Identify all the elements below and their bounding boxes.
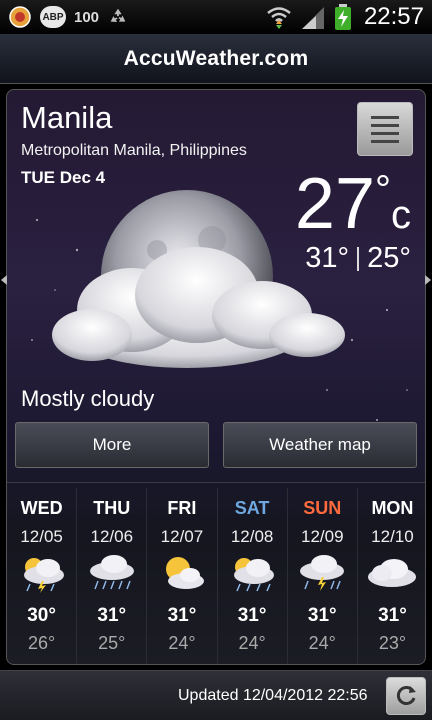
browser-icon <box>8 5 32 29</box>
more-button[interactable]: More <box>15 422 209 468</box>
forecast-day[interactable]: MON 12/10 31° 23° <box>358 488 425 664</box>
clock-time: 22:57 <box>363 3 424 30</box>
forecast-high: 30° <box>27 605 56 626</box>
forecast-date: 12/06 <box>90 527 134 546</box>
current-weather-panel[interactable]: Manila Metropolitan Manila, Philippines … <box>6 89 426 665</box>
forecast-date: 12/07 <box>160 527 204 546</box>
forecast-low: 25° <box>98 633 126 653</box>
status-bar: ABP 100 22:57 <box>0 0 432 34</box>
forecast-day[interactable]: SAT 12/08 31° 24° <box>218 488 288 664</box>
refresh-icon <box>396 686 416 705</box>
city-name: Manila <box>21 100 113 135</box>
moon-cloud-icon <box>52 190 345 368</box>
last-updated-text: Updated 12/04/2012 22:56 <box>178 686 368 704</box>
sun-rain-icon <box>234 558 275 592</box>
refresh-button[interactable] <box>386 677 426 715</box>
panel-divider <box>7 482 425 483</box>
forecast-high: 31° <box>97 605 127 626</box>
thunderstorm-icon <box>23 558 64 593</box>
brand-logo: AccuWeather.com <box>123 46 309 70</box>
wifi-icon <box>266 5 292 29</box>
signal-icon <box>300 5 326 29</box>
forecast-day-name: SUN <box>303 498 342 518</box>
rain-cloud-icon <box>89 555 134 590</box>
battery-charging-icon <box>334 4 352 30</box>
forecast-low: 24° <box>238 633 266 653</box>
forecast-day-name: FRI <box>167 498 197 518</box>
forecast-date: 12/05 <box>20 527 63 546</box>
forecast-day[interactable]: THU 12/06 31° 25° <box>77 488 148 664</box>
forecast-day[interactable]: WED 12/05 30° 26° <box>7 488 78 664</box>
forecast-high: 31° <box>167 605 197 626</box>
weather-map-button[interactable]: Weather map <box>223 422 417 468</box>
partly-sunny-icon <box>165 557 204 589</box>
forecast-high: 31° <box>237 605 267 626</box>
thunderstorm-icon <box>300 555 345 591</box>
cloud-icon <box>368 559 417 587</box>
forecast-day[interactable]: FRI 12/07 31° 24° <box>147 488 218 664</box>
current-date: TUE Dec 4 <box>21 168 106 187</box>
forecast-day-name: THU <box>93 498 131 518</box>
forecast-low: 23° <box>378 633 407 653</box>
menu-icon <box>371 115 399 119</box>
100-badge-icon: 100 <box>74 8 100 26</box>
forecast-date: 12/08 <box>230 527 274 546</box>
forecast-strip: WED 12/05 30° 26° THU 12/06 31° 25° FRI … <box>7 488 425 664</box>
forecast-low: 24° <box>168 633 196 653</box>
previous-city-arrow-icon[interactable] <box>1 275 7 285</box>
abp-icon: ABP <box>40 6 66 28</box>
forecast-day[interactable]: SUN 12/09 31° 24° <box>288 488 358 664</box>
forecast-day-name: MON <box>371 498 414 518</box>
title-bar: AccuWeather.com <box>0 34 432 84</box>
region-name: Metropolitan Manila, Philippines <box>21 142 247 159</box>
forecast-date: 12/09 <box>301 527 344 546</box>
low-temp: 25° <box>367 242 411 274</box>
forecast-low: 26° <box>27 633 56 653</box>
forecast-high: 31° <box>307 605 337 626</box>
bottom-bar: Updated 12/04/2012 22:56 <box>0 670 432 720</box>
forecast-low: 24° <box>308 633 336 653</box>
forecast-day-name: SAT <box>234 498 270 518</box>
menu-button[interactable] <box>357 102 413 156</box>
next-city-arrow-icon[interactable] <box>425 275 431 285</box>
recycle-icon <box>107 6 129 28</box>
forecast-high: 31° <box>378 605 407 626</box>
forecast-day-name: WED <box>20 498 63 518</box>
weather-condition: Mostly cloudy <box>21 386 155 411</box>
forecast-date: 12/10 <box>371 527 414 546</box>
